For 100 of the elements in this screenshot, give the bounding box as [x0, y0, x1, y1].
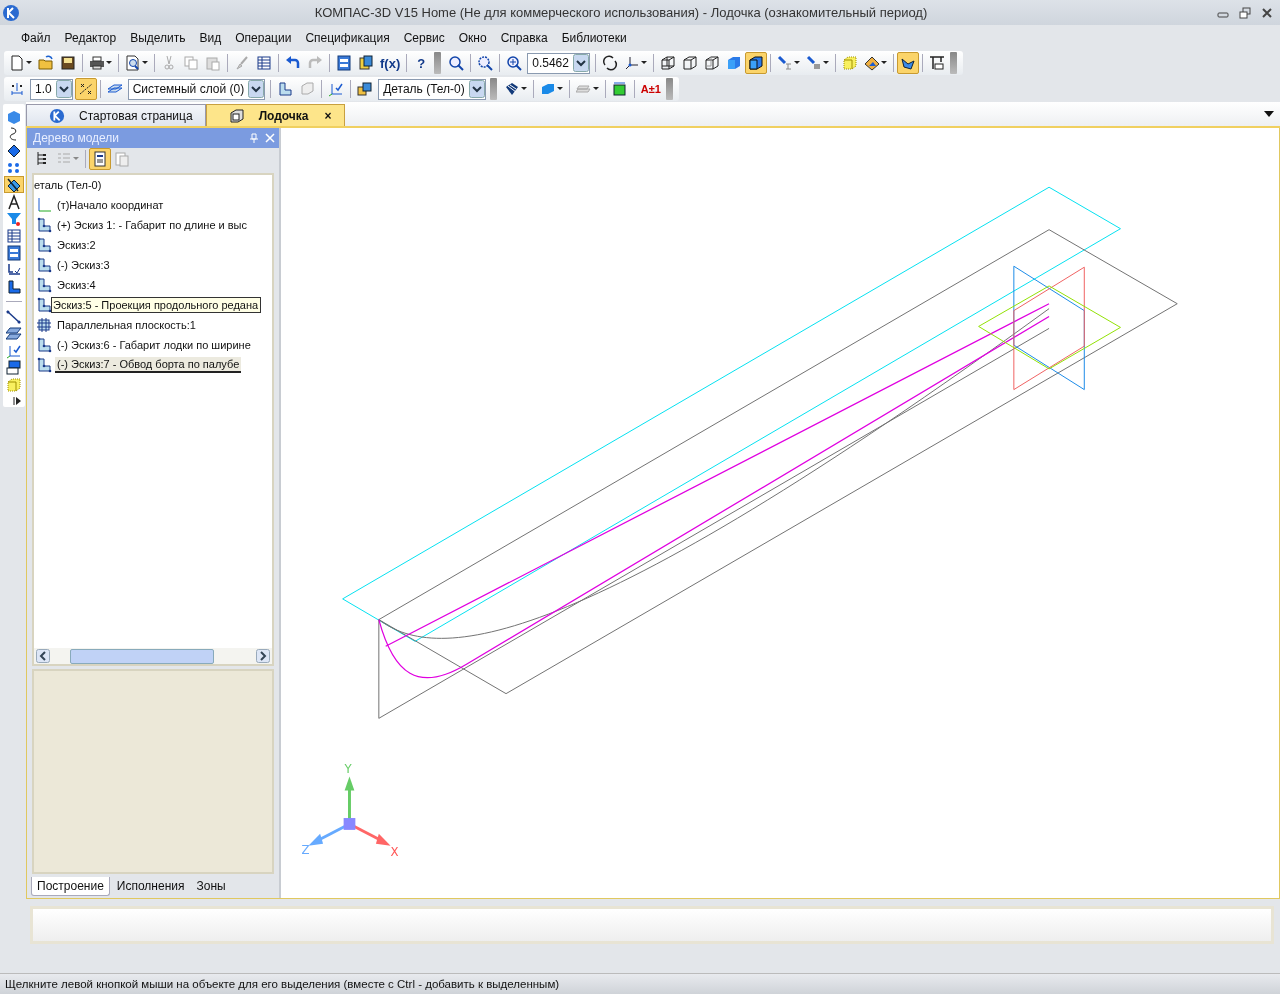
menu-item[interactable]: Вид — [192, 30, 229, 45]
panel-tab[interactable]: Исполнения — [111, 877, 190, 896]
toolbar-button[interactable] — [4, 244, 24, 261]
menu-item[interactable]: Выделить — [123, 30, 193, 45]
diamond-icon — [6, 142, 22, 159]
tree-item[interactable]: Эскиз:5 - Проекция продольного редана — [51, 297, 262, 314]
flashlight-icon — [776, 55, 793, 71]
axis-label: Z — [301, 842, 310, 857]
caret-icon — [640, 61, 647, 65]
restore-icon[interactable] — [1238, 5, 1252, 20]
table-icon — [6, 227, 22, 244]
zoom-icon — [448, 55, 465, 71]
rotate-icon — [601, 55, 618, 71]
caret-icon — [556, 87, 563, 91]
command-field[interactable] — [30, 906, 1274, 944]
toolbar-button[interactable] — [896, 52, 919, 74]
sketch-icon — [36, 257, 52, 274]
toolbar-button[interactable] — [4, 359, 24, 376]
tree-item[interactable]: (-) Эскиз:7 - Обвод борта по палубе — [55, 357, 242, 374]
combo-box[interactable]: Системный слой (0) — [127, 78, 266, 100]
toolbar-button[interactable] — [744, 52, 767, 74]
caret-icon — [26, 61, 32, 65]
printer-icon — [89, 55, 105, 71]
tree-item[interactable]: (+) Эскиз 1: - Габарит по длине и выс — [55, 218, 249, 233]
scroll-thumb[interactable] — [70, 648, 214, 664]
caret-icon — [106, 61, 112, 65]
axis-label: Y — [344, 761, 352, 776]
scroll-left-icon[interactable] — [36, 648, 50, 663]
horizontal-scrollbar[interactable] — [34, 647, 272, 664]
snap-icon — [77, 81, 94, 97]
sketch-icon — [36, 357, 52, 374]
status-text: Щелкните левой кнопкой мыши на объекте для его выделения (вместе с Ctrl - добавить к выделенным) — [5, 978, 560, 990]
copy-icon — [183, 55, 199, 71]
tab-list-arrow-icon[interactable] — [1264, 111, 1274, 117]
document-icon — [92, 151, 108, 168]
panel-tab[interactable]: Построение — [31, 876, 110, 896]
redo-icon — [307, 55, 323, 71]
menu-item[interactable]: Сервис — [396, 30, 452, 45]
toolbar-grip[interactable] — [665, 78, 673, 100]
combo-box[interactable]: 0.5462 — [527, 52, 590, 74]
caret-icon — [592, 87, 599, 91]
axis-label: X — [390, 844, 399, 859]
calculator-icon — [358, 55, 374, 71]
menu-item[interactable]: Файл — [14, 30, 58, 45]
toolbar-button[interactable]: A±1 — [637, 78, 664, 100]
expand-arrow-icon[interactable] — [13, 397, 23, 405]
zoom-icon — [477, 55, 494, 71]
part-icon — [228, 107, 245, 124]
tree-item[interactable]: еталь (Тел-0) — [34, 179, 102, 192]
bracket-icon — [6, 278, 22, 295]
document-icon — [114, 151, 130, 168]
document-tab[interactable]: Лодочка × — [205, 104, 345, 126]
menu-item[interactable]: Библиотеки — [554, 30, 634, 45]
tree-item[interactable]: Эскиз:4 — [55, 278, 98, 293]
toolbar-button[interactable]: f(x) — [377, 52, 404, 74]
caret-icon — [822, 61, 829, 65]
toolbar-button[interactable]: ? — [410, 52, 433, 74]
brush-icon — [234, 55, 250, 71]
folder-icon — [38, 55, 54, 71]
clipboard-icon — [205, 55, 221, 71]
tree-item[interactable]: (т)Начало координат — [55, 198, 166, 213]
toolbar-button[interactable] — [89, 148, 111, 171]
document-tab[interactable]: Стартовая страница — [26, 104, 206, 126]
sketch-icon — [277, 81, 294, 97]
scroll-right-icon[interactable] — [256, 648, 270, 663]
sketch-icon — [36, 237, 52, 254]
combo-box[interactable]: Деталь (Тел-0) — [378, 78, 486, 100]
caret-icon — [142, 61, 148, 65]
menu-item[interactable]: Редактор — [57, 30, 124, 45]
scissors-icon — [161, 55, 177, 71]
page-icon — [9, 55, 25, 71]
menu-item[interactable]: Спецификация — [298, 30, 397, 45]
magnifier-icon — [125, 55, 141, 71]
combo-box[interactable]: 1.0 — [30, 78, 73, 100]
toolbar-grip[interactable] — [434, 52, 442, 74]
tree-item[interactable]: Эскиз:2 — [55, 238, 98, 253]
panel-tab[interactable]: Зоны — [191, 877, 231, 896]
tree-item[interactable]: (-) Эскиз:3 — [55, 258, 112, 273]
toolbar-grip[interactable] — [949, 52, 957, 74]
caret-icon — [73, 157, 79, 162]
window-icon — [336, 55, 352, 71]
caret-icon — [880, 61, 887, 65]
tree-item[interactable]: (-) Эскиз:6 - Габарит лодки по ширине — [55, 338, 253, 353]
wireframe-cube-icon — [659, 55, 676, 71]
app-logo-icon — [49, 107, 65, 124]
menu-item[interactable]: Операции — [228, 30, 299, 45]
tree-item[interactable]: Параллельная плоскость:1 — [55, 318, 198, 333]
sketch-icon — [299, 81, 316, 97]
axes-icon — [328, 81, 345, 97]
toolbar-button[interactable] — [74, 78, 97, 100]
close-tab-button[interactable]: × — [324, 108, 332, 123]
snap-icon — [9, 81, 25, 97]
menu-item[interactable]: Справка — [493, 30, 555, 45]
caret-icon — [520, 87, 527, 91]
menu-item[interactable]: Окно — [451, 30, 494, 45]
axes-icon — [623, 55, 640, 71]
close-icon[interactable] — [1260, 5, 1274, 20]
line-icon — [6, 308, 22, 325]
toolbar-grip[interactable] — [489, 78, 497, 100]
app-logo-icon — [2, 3, 20, 22]
